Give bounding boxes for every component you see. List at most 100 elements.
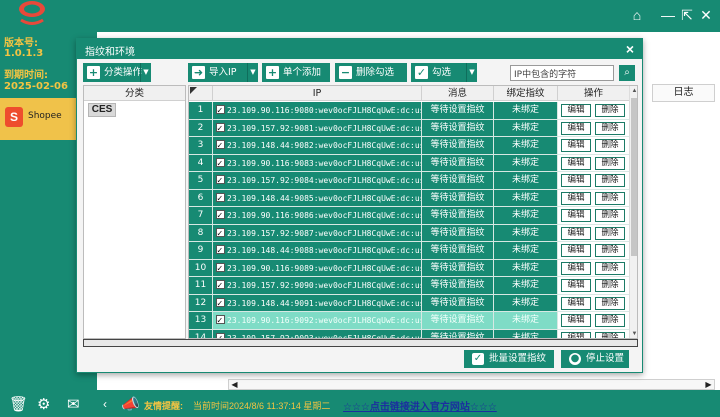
edit-button[interactable]: 编辑 [561,104,591,117]
gear-icon[interactable]: ⚙ [37,395,50,413]
category-ops-button[interactable]: + 分类操作 ▼ [83,63,151,82]
official-site-link[interactable]: ☆☆☆点击链接进入官方网站☆☆☆ [343,398,497,413]
bind-status-cell: 未绑定 [494,294,558,312]
delete-button[interactable]: 删除 [595,209,625,222]
import-ip-button[interactable]: ➜ 导入IP ▼ [188,63,258,82]
table-row[interactable]: 4 23.109.90.116:9083:wev0ocFJLH8CqUwE:dc:… [189,154,629,172]
check-label: 勾选 [432,67,452,78]
scroll-up-icon[interactable]: ▲ [630,86,637,96]
table-row[interactable]: 1 23.109.90.116:9080:wev0ocFJLH8CqUwE:dc:… [189,102,629,120]
ip-cell: 23.109.148.44:9091:wev0ocFJLH8CqUwE:dc:u… [213,294,422,312]
edit-button[interactable]: 编辑 [561,331,591,338]
batch-set-fingerprint-button[interactable]: ✓ 批量设置指纹 [464,350,554,368]
edit-button[interactable]: 编辑 [561,261,591,275]
dialog-horizontal-scrollbar[interactable] [83,339,638,347]
edit-button[interactable]: 编辑 [561,279,591,292]
row-checkbox[interactable] [216,278,225,294]
table-row[interactable]: 5 23.109.157.92:9084:wev0ocFJLH8CqUwE:dc:… [189,172,629,190]
edit-button[interactable]: 编辑 [561,314,591,327]
table-row[interactable]: 8 23.109.157.92:9087:wev0ocFJLH8CqUwE:dc:… [189,224,629,242]
chevron-down-icon[interactable]: ▼ [466,63,477,82]
ip-search-input[interactable]: IP中包含的字符 [510,65,614,81]
bind-status-cell: 未绑定 [494,207,558,225]
dialog-close-icon[interactable]: × [626,41,634,57]
delete-button[interactable]: 删除 [595,104,625,117]
edit-button[interactable]: 编辑 [561,174,591,187]
mail-icon[interactable]: ✉ [67,395,80,413]
delete-button[interactable]: 删除 [595,156,625,170]
table-row[interactable]: 9 23.109.148.44:9088:wev0ocFJLH8CqUwE:dc:… [189,242,629,260]
minimize-icon[interactable]: — [659,6,677,24]
chevron-left-icon[interactable]: ‹ [103,397,107,411]
delete-button[interactable]: 删除 [595,314,625,327]
row-checkbox[interactable] [216,173,225,189]
category-item[interactable]: CES [88,103,116,117]
bind-status-cell: 未绑定 [494,172,558,190]
row-checkbox[interactable] [216,103,225,119]
delete-button[interactable]: 删除 [595,174,625,187]
row-checkbox[interactable] [216,138,225,154]
row-checkbox[interactable] [216,121,225,136]
delete-button[interactable]: 删除 [595,244,625,257]
row-checkbox[interactable] [216,261,225,276]
row-checkbox[interactable] [216,208,225,224]
edit-button[interactable]: 编辑 [561,209,591,222]
ip-value: 23.109.148.44:9091:wev0ocFJLH8CqUwE:dc:u… [227,298,422,308]
edit-button[interactable]: 编辑 [561,191,591,205]
fingerprint-dialog: 指纹和环境 × + 分类操作 ▼ ➜ 导入IP ▼ + 单个添加 − 删除勾选 ✓ 勾选 … [76,38,643,373]
chevron-down-icon[interactable]: ▼ [140,63,151,82]
delete-button[interactable]: 删除 [595,121,625,135]
scroll-thumb[interactable] [631,98,637,256]
chevron-down-icon[interactable]: ▼ [247,63,258,82]
delete-checked-button[interactable]: − 删除勾选 [335,63,407,82]
table-row[interactable]: 13 23.109.90.116:9092:wev0ocFJLH8CqUwE:dc… [189,312,629,330]
edit-button[interactable]: 编辑 [561,226,591,240]
table-row[interactable]: 3 23.109.148.44:9082:wev0ocFJLH8CqUwE:dc:… [189,137,629,155]
delete-button[interactable]: 删除 [595,139,625,152]
table-row[interactable]: 6 23.109.148.44:9085:wev0ocFJLH8CqUwE:dc:… [189,189,629,207]
maximize-icon[interactable]: ⇱ [678,6,696,24]
delete-button[interactable]: 删除 [595,331,625,338]
row-checkbox[interactable] [216,296,225,311]
table-row[interactable]: 1423.109.157.92:9093:wev0ocFJLH8CqUwE:dc… [189,329,629,338]
table-row[interactable]: 7 23.109.90.116:9086:wev0ocFJLH8CqUwE:dc:… [189,207,629,225]
search-icon[interactable]: ⌕ [619,65,635,81]
stop-setting-button[interactable]: ● 停止设置 [561,350,629,368]
row-checkbox[interactable] [216,226,225,241]
row-checkbox[interactable] [216,243,225,259]
delete-button[interactable]: 删除 [595,191,625,205]
scroll-right-icon[interactable]: ▶ [703,379,714,390]
edit-button[interactable]: 编辑 [561,244,591,257]
main-horizontal-scrollbar[interactable]: ◀ ▶ [228,379,715,390]
row-number: 10 [189,259,213,277]
table-vertical-scrollbar[interactable]: ▲ ▼ [629,86,637,338]
scroll-left-icon[interactable]: ◀ [229,379,240,390]
row-checkbox[interactable] [216,156,225,171]
edit-button[interactable]: 编辑 [561,296,591,310]
check-button[interactable]: ✓ 勾选 ▼ [411,63,477,82]
single-add-button[interactable]: + 单个添加 [262,63,330,82]
delete-button[interactable]: 删除 [595,279,625,292]
home-icon[interactable]: ⌂ [628,6,646,24]
table-row[interactable]: 12 23.109.148.44:9091:wev0ocFJLH8CqUwE:dc… [189,294,629,312]
bind-status-cell: 未绑定 [494,224,558,242]
select-all-corner[interactable] [189,86,213,101]
notice-label: 友情提醒: [144,401,183,411]
scroll-down-icon[interactable]: ▼ [630,329,637,338]
table-row[interactable]: 2 23.109.157.92:9081:wev0ocFJLH8CqUwE:dc:… [189,119,629,137]
delete-button[interactable]: 删除 [595,296,625,310]
table-row[interactable]: 10 23.109.90.116:9089:wev0ocFJLH8CqUwE:dc… [189,259,629,277]
ip-value: 23.109.157.92:9090:wev0ocFJLH8CqUwE:dc:u… [227,281,422,290]
edit-button[interactable]: 编辑 [561,139,591,152]
delete-button[interactable]: 删除 [595,261,625,275]
row-checkbox[interactable] [216,313,225,329]
delete-button[interactable]: 删除 [595,226,625,240]
message-cell: 等待设置指纹 [422,329,494,338]
row-checkbox[interactable] [216,191,225,206]
table-body: 1 23.109.90.116:9080:wev0ocFJLH8CqUwE:dc:… [189,102,629,338]
trash-icon[interactable]: 🗑 [9,395,28,413]
edit-button[interactable]: 编辑 [561,121,591,135]
close-icon[interactable]: ✕ [697,6,715,24]
table-row[interactable]: 11 23.109.157.92:9090:wev0ocFJLH8CqUwE:dc… [189,277,629,295]
edit-button[interactable]: 编辑 [561,156,591,170]
